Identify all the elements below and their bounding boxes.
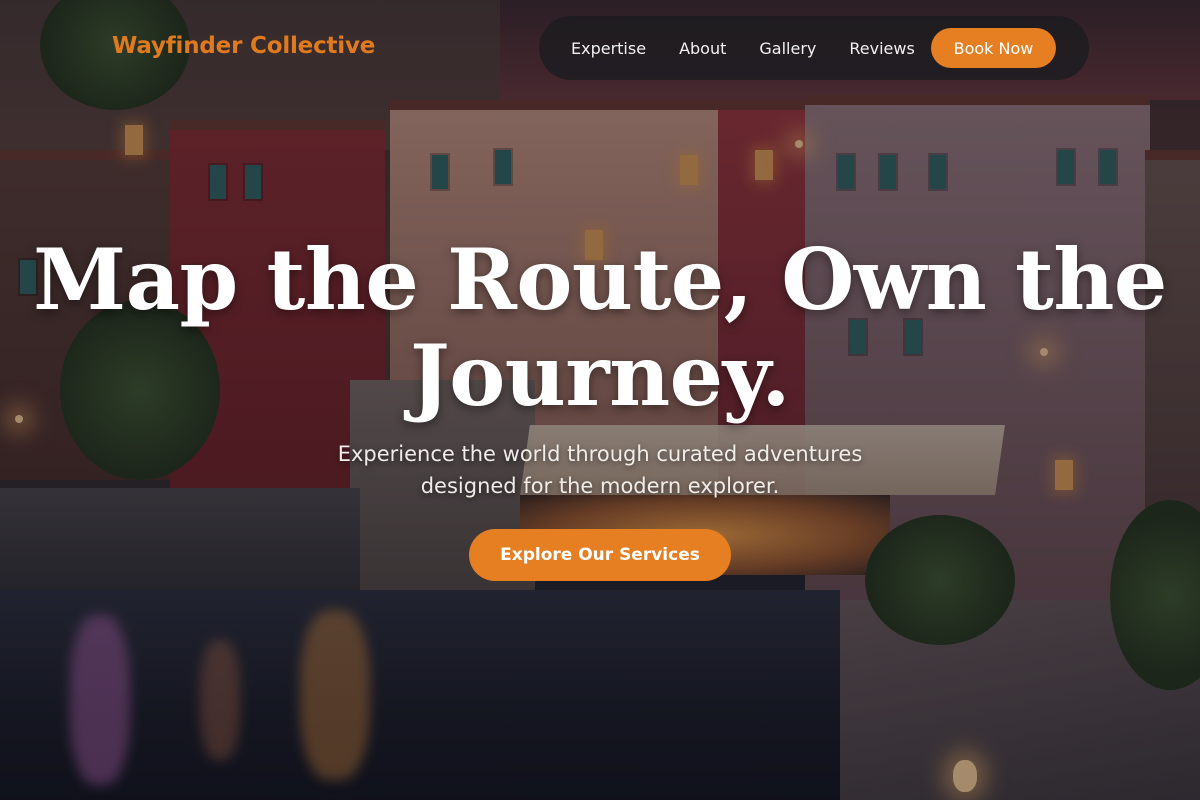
nav-link-gallery[interactable]: Gallery [759, 39, 816, 58]
brand-logo[interactable]: Wayfinder Collective [112, 33, 375, 59]
nav-link-about[interactable]: About [679, 39, 726, 58]
nav-link-expertise[interactable]: Expertise [571, 39, 646, 58]
explore-services-button[interactable]: Explore Our Services [469, 529, 731, 581]
hero-subtitle: Experience the world through curated adv… [337, 442, 863, 498]
nav-link-reviews[interactable]: Reviews [849, 39, 914, 58]
main-nav: Expertise About Gallery Reviews Book Now [539, 16, 1089, 80]
hero-title: Map the Route, Own the Journey. [33, 230, 1167, 425]
book-now-button[interactable]: Book Now [931, 28, 1056, 68]
